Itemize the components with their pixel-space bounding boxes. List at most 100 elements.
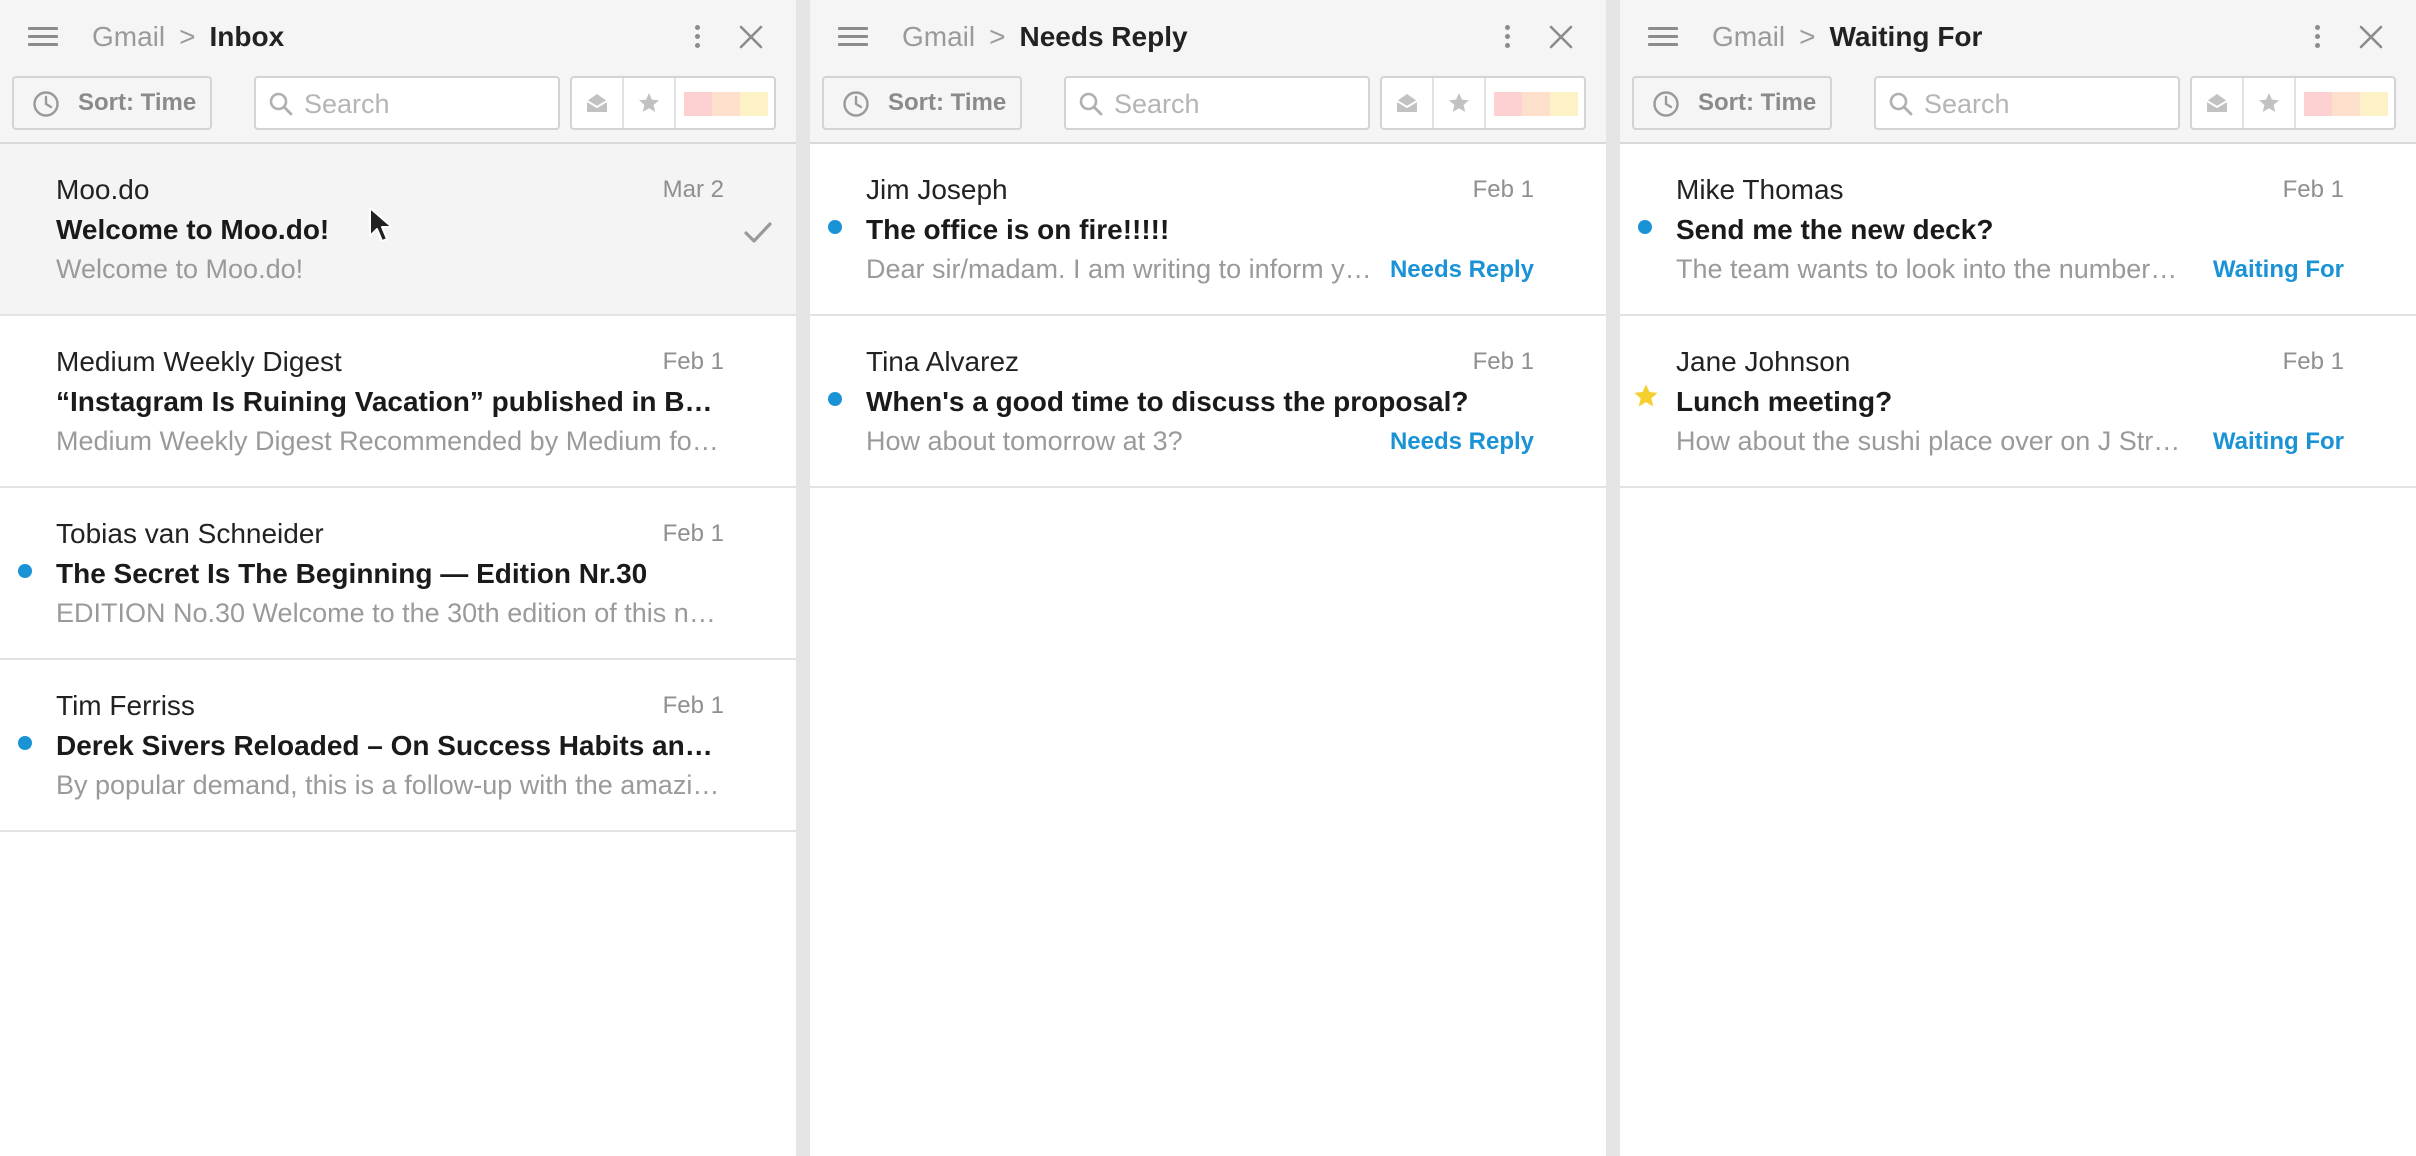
- close-icon[interactable]: [2356, 22, 2386, 52]
- breadcrumb: Gmail > Needs Reply: [902, 18, 1188, 56]
- email-tag-label[interactable]: Needs Reply: [1390, 256, 1534, 284]
- breadcrumb-root-link[interactable]: Gmail: [902, 21, 975, 52]
- email-snippet: The team wants to look into the numbers …: [1676, 254, 2184, 284]
- star-icon: [2259, 93, 2279, 112]
- email-date: Feb 1: [662, 692, 724, 719]
- email-row[interactable]: Mike Thomas Feb 1 Send me the new deck? …: [1620, 144, 2416, 316]
- email-subject: When's a good time to discuss the propos…: [866, 386, 1469, 417]
- email-snippet: Dear sir/madam. I am writing to inform y…: [866, 254, 1374, 284]
- breadcrumb-root-link[interactable]: Gmail: [92, 21, 165, 52]
- color-swatch-red: [684, 92, 712, 116]
- filter-starred-button[interactable]: [2244, 78, 2296, 128]
- close-icon[interactable]: [736, 22, 766, 52]
- filter-group: [1380, 76, 1586, 130]
- open-envelope-icon: [2206, 94, 2228, 112]
- email-tag-label[interactable]: Waiting For: [2213, 428, 2344, 456]
- filter-unread-button[interactable]: [1382, 78, 1434, 128]
- unread-indicator: [828, 392, 842, 406]
- filter-color-button[interactable]: [1486, 78, 1586, 128]
- unread-indicator: [18, 564, 32, 578]
- color-swatch-red: [1494, 92, 1522, 116]
- more-options-icon[interactable]: [2310, 22, 2326, 52]
- panel-header: Gmail > Needs Reply Sort: Time: [810, 0, 1606, 144]
- email-snippet: How about tomorrow at 3?: [866, 426, 1183, 456]
- color-swatch-red: [2304, 92, 2332, 116]
- email-list: Jim Joseph Feb 1 The office is on fire!!…: [810, 144, 1606, 488]
- email-list: Mike Thomas Feb 1 Send me the new deck? …: [1620, 144, 2416, 488]
- star-icon: [1449, 93, 1469, 112]
- panel-waiting-for: Gmail > Waiting For Sort: Time Search Mi…: [1620, 0, 2416, 1156]
- email-snippet: EDITION No.30 Welcome to the 30th editio…: [56, 598, 726, 628]
- email-row[interactable]: Moo.do Mar 2 Welcome to Moo.do! Welcome …: [0, 144, 796, 316]
- sort-button[interactable]: Sort: Time: [822, 76, 1022, 130]
- more-options-icon[interactable]: [690, 22, 706, 52]
- hamburger-menu-icon[interactable]: [836, 24, 872, 50]
- search-input[interactable]: [1922, 82, 2166, 126]
- email-row[interactable]: Jane Johnson Feb 1 Lunch meeting? How ab…: [1620, 316, 2416, 488]
- color-swatch-orange: [1522, 92, 1550, 116]
- email-sender: Tim Ferriss: [56, 690, 195, 721]
- checkmark-icon[interactable]: [742, 216, 774, 248]
- close-icon[interactable]: [1546, 22, 1576, 52]
- email-subject: Welcome to Moo.do!: [56, 214, 330, 245]
- color-swatch-yellow: [1550, 92, 1578, 116]
- email-snippet: Welcome to Moo.do!: [56, 254, 304, 284]
- email-date: Feb 1: [1472, 176, 1534, 203]
- clock-icon: [843, 91, 869, 117]
- filter-starred-button[interactable]: [1434, 78, 1486, 128]
- breadcrumb-root-link[interactable]: Gmail: [1712, 21, 1785, 52]
- hamburger-menu-icon[interactable]: [1646, 24, 1682, 50]
- clock-icon: [1653, 91, 1679, 117]
- filter-color-button[interactable]: [676, 78, 776, 128]
- color-swatch-orange: [712, 92, 740, 116]
- search-input[interactable]: [302, 82, 546, 126]
- sort-button-label: Sort: Time: [1698, 89, 1817, 116]
- email-row[interactable]: Tim Ferriss Feb 1 Derek Sivers Reloaded …: [0, 660, 796, 832]
- unread-indicator: [1638, 220, 1652, 234]
- breadcrumb-separator: >: [179, 21, 196, 52]
- email-sender: Tina Alvarez: [866, 346, 1020, 377]
- search-box: [1064, 76, 1370, 130]
- sort-button[interactable]: Sort: Time: [12, 76, 212, 130]
- open-envelope-icon: [586, 94, 608, 112]
- panel-title: Waiting For: [1829, 21, 1983, 52]
- color-swatch-orange: [2332, 92, 2360, 116]
- email-row[interactable]: Jim Joseph Feb 1 The office is on fire!!…: [810, 144, 1606, 316]
- email-subject: Derek Sivers Reloaded – On Success Habit…: [56, 730, 726, 761]
- breadcrumb-separator: >: [1799, 21, 1816, 52]
- filter-unread-button[interactable]: [572, 78, 624, 128]
- email-subject: The office is on fire!!!!!: [866, 214, 1170, 245]
- search-box: [1874, 76, 2180, 130]
- filter-group: [570, 76, 776, 130]
- breadcrumb-separator: >: [989, 21, 1006, 52]
- email-date: Feb 1: [662, 520, 724, 547]
- panel-needs-reply: Gmail > Needs Reply Sort: Time Search Ji…: [810, 0, 1606, 1156]
- email-sender: Medium Weekly Digest: [56, 346, 342, 377]
- search-box: [254, 76, 560, 130]
- filter-color-button[interactable]: [2296, 78, 2396, 128]
- search-input[interactable]: [1112, 82, 1356, 126]
- email-sender: Jane Johnson: [1676, 346, 1851, 377]
- color-swatch-yellow: [740, 92, 768, 116]
- starred-indicator-icon[interactable]: [1632, 382, 1660, 410]
- email-sender: Tobias van Schneider: [56, 518, 324, 549]
- email-row[interactable]: Tina Alvarez Feb 1 When's a good time to…: [810, 316, 1606, 488]
- email-date: Feb 1: [1472, 348, 1534, 375]
- filter-starred-button[interactable]: [624, 78, 676, 128]
- more-options-icon[interactable]: [1500, 22, 1516, 52]
- email-tag-label[interactable]: Needs Reply: [1390, 428, 1534, 456]
- email-tag-label[interactable]: Waiting For: [2213, 256, 2344, 284]
- sort-button[interactable]: Sort: Time: [1632, 76, 1832, 130]
- email-sender: Jim Joseph: [866, 174, 1008, 205]
- email-subject: The Secret Is The Beginning — Edition Nr…: [56, 558, 648, 589]
- panel-title: Needs Reply: [1019, 21, 1188, 52]
- email-row[interactable]: Medium Weekly Digest Feb 1 “Instagram Is…: [0, 316, 796, 488]
- breadcrumb: Gmail > Inbox: [92, 18, 284, 56]
- filter-unread-button[interactable]: [2192, 78, 2244, 128]
- email-date: Mar 2: [662, 176, 724, 203]
- sort-button-label: Sort: Time: [78, 89, 197, 116]
- email-row[interactable]: Tobias van Schneider Feb 1 The Secret Is…: [0, 488, 796, 660]
- email-snippet: How about the sushi place over on J Stre…: [1676, 426, 2184, 456]
- panel-header: Gmail > Inbox Sort: Time: [0, 0, 796, 144]
- hamburger-menu-icon[interactable]: [26, 24, 62, 50]
